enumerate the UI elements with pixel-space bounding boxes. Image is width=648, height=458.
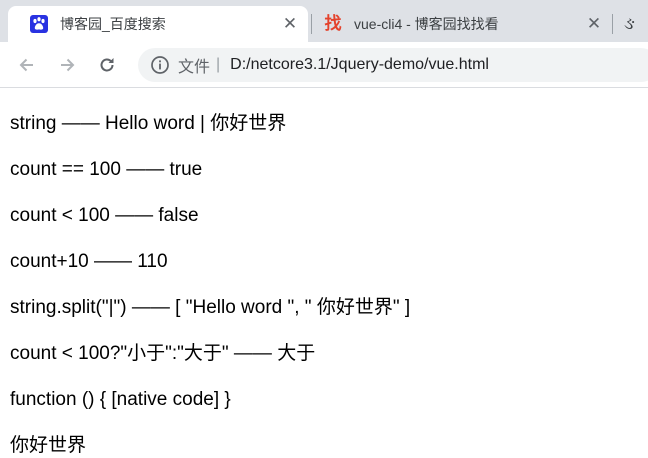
tab-baidu-search[interactable]: 博客园_百度搜索 ✕	[8, 6, 308, 42]
back-button[interactable]	[12, 50, 42, 80]
info-icon[interactable]	[150, 55, 170, 75]
tab-partial-favicon-icon: ઙ	[624, 14, 635, 33]
close-tab-icon[interactable]: ✕	[584, 14, 604, 34]
close-tab-icon[interactable]: ✕	[280, 14, 300, 34]
tab-title: vue-cli4 - 博客园找找看	[354, 16, 499, 32]
output-line: string —— Hello word | 你好世界	[10, 113, 287, 134]
output-line: function () { [native code] }	[10, 389, 231, 410]
url-text[interactable]: D:/netcore3.1/Jquery-demo/vue.html	[230, 56, 489, 74]
arrow-left-icon	[19, 58, 33, 72]
output-line: count == 100 —— true	[10, 159, 203, 180]
output-line: 你好世界	[10, 435, 87, 456]
reload-icon	[100, 58, 114, 72]
browser-toolbar: 文件 | D:/netcore3.1/Jquery-demo/vue.html	[0, 42, 648, 88]
address-bar[interactable]: 文件 | D:/netcore3.1/Jquery-demo/vue.html	[138, 48, 648, 82]
output-line: count < 100 —— false	[10, 205, 199, 226]
forward-button[interactable]	[52, 50, 82, 80]
reload-button[interactable]	[92, 50, 122, 80]
tab-strip: 博客园_百度搜索 ✕ 找 vue-cli4 - 博客园找找看 ✕ ઙ	[0, 0, 648, 42]
output-line: count+10 —— 110	[10, 251, 168, 272]
tab-separator	[612, 14, 613, 34]
address-separator: |	[216, 56, 221, 73]
security-label[interactable]: 文件	[178, 53, 210, 77]
tab-zhaozhaokan[interactable]: 找 vue-cli4 - 博客园找找看 ✕	[302, 6, 612, 42]
tab-title: 博客园_百度搜索	[60, 16, 166, 32]
arrow-right-icon	[61, 58, 75, 72]
baidu-paw-icon	[30, 15, 48, 33]
output-line: string.split("|") —— [ "Hello word ", " …	[10, 297, 411, 318]
zhao-search-icon: 找	[324, 14, 342, 33]
tab-partial[interactable]: ઙ	[614, 6, 648, 42]
output-line: count < 100?"小于":"大于" —— 大于	[10, 343, 316, 364]
